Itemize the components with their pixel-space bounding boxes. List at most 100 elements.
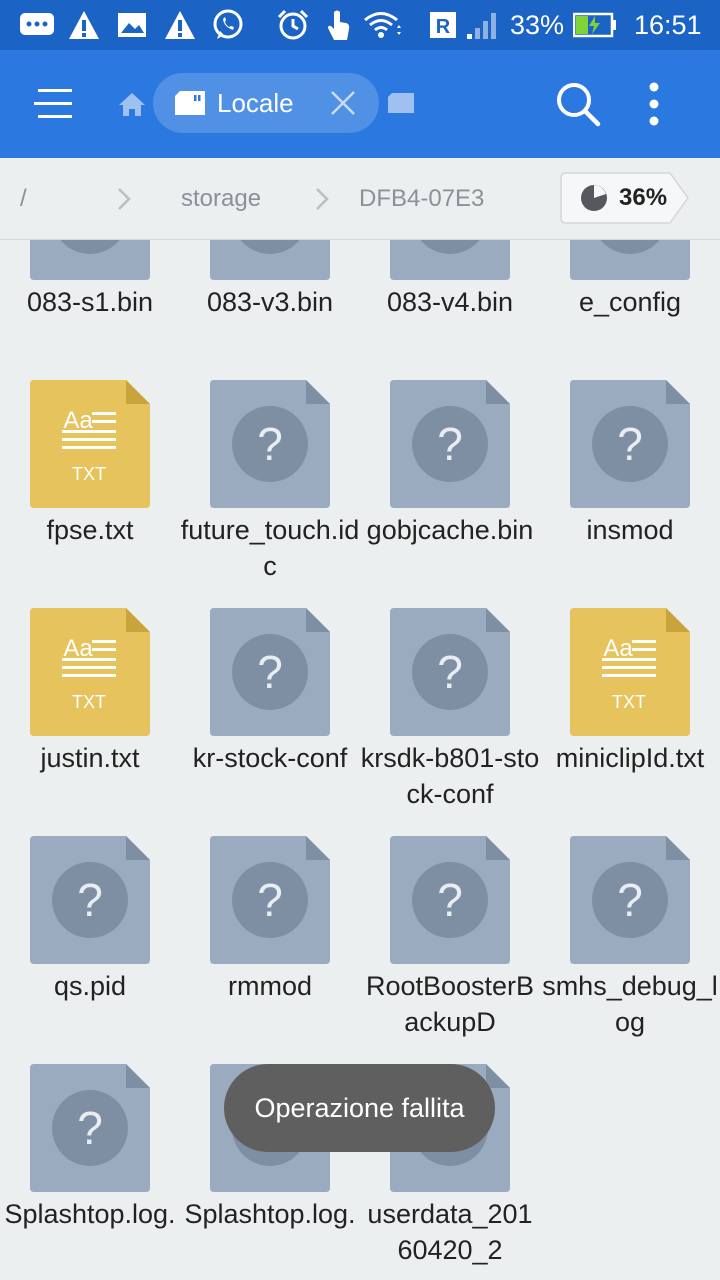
file-item[interactable]: ? gobjcache.bin [360, 380, 540, 608]
file-item[interactable]: ? kr-stock-conf [180, 608, 360, 836]
unknown-file-icon: ? [390, 608, 510, 736]
question-mark: ? [437, 874, 463, 926]
home-icon[interactable] [115, 88, 149, 120]
question-mark: ? [77, 1102, 103, 1154]
txt-file-icon: Aa TXT [30, 380, 150, 508]
file-name: Splashtop.log. [4, 1199, 176, 1229]
file-item[interactable]: ? qs.pid [0, 836, 180, 1064]
file-name: RootBoosterBackupD [365, 971, 535, 1037]
tab-locale[interactable]: Locale [153, 73, 379, 133]
storage-usage-percent: 36% [619, 184, 668, 211]
warning-icon [67, 9, 101, 41]
txt-aa: Aa [63, 407, 93, 434]
storage-icon[interactable] [386, 90, 416, 116]
battery-charging-icon [572, 9, 618, 41]
file-name: smhs_debug_log [542, 971, 718, 1037]
file-item[interactable]: ? future_touch.idc [180, 380, 360, 608]
file-item[interactable]: ? Splashtop.log. [0, 1064, 180, 1280]
file-name: miniclipId.txt [555, 743, 705, 773]
breadcrumb-root[interactable]: / [20, 184, 27, 214]
file-item[interactable]: ? 083-s1.bin [0, 240, 180, 380]
unknown-file-icon: ? [210, 608, 330, 736]
unknown-file-icon: ? [390, 380, 510, 508]
file-item[interactable]: ? smhs_debug_log [540, 836, 720, 1064]
file-item[interactable]: Aa TXT fpse.txt [0, 380, 180, 608]
unknown-file-icon: ? [390, 240, 510, 280]
question-mark: ? [617, 874, 643, 926]
file-item[interactable]: Aa TXT miniclipId.txt [540, 608, 720, 836]
file-name: rmmod [227, 971, 312, 1001]
txt-label: TXT [72, 464, 106, 484]
question-mark: ? [257, 646, 283, 698]
unknown-file-icon: ? [570, 240, 690, 280]
question-mark: ? [617, 240, 643, 242]
battery-percent: 33% [510, 10, 565, 40]
unknown-file-icon: ? [570, 836, 690, 964]
question-mark: ? [617, 418, 643, 470]
warning-icon [163, 9, 197, 41]
file-name: 083-v4.bin [386, 287, 514, 317]
breadcrumb: / storage DFB4-07E3 36% [0, 158, 720, 240]
file-name: qs.pid [53, 971, 127, 1001]
file-name: Splashtop.log. [184, 1199, 356, 1229]
search-icon[interactable] [552, 78, 604, 130]
question-mark: ? [77, 874, 103, 926]
file-name: gobjcache.bin [366, 515, 534, 545]
txt-aa: Aa [603, 635, 633, 662]
file-item[interactable]: ? krsdk-b801-stock-conf [360, 608, 540, 836]
unknown-file-icon: ? [210, 836, 330, 964]
chevron-right-icon [316, 188, 329, 210]
file-name: 083-s1.bin [26, 287, 154, 317]
file-name: kr-stock-conf [192, 743, 348, 773]
unknown-file-icon: ? [30, 836, 150, 964]
file-item[interactable]: ? 083-v3.bin [180, 240, 360, 380]
unknown-file-icon: ? [390, 836, 510, 964]
wifi-icon [363, 9, 403, 41]
file-name: future_touch.idc [180, 515, 360, 581]
toolbar: Locale [0, 50, 720, 158]
clock: 16:51 [634, 10, 702, 40]
menu-icon[interactable] [26, 80, 82, 128]
roaming-r-icon: R [428, 9, 458, 41]
txt-file-icon: Aa TXT [570, 608, 690, 736]
file-name: insmod [586, 515, 674, 545]
touch-icon [323, 9, 353, 41]
more-vert-icon[interactable] [638, 78, 670, 130]
tab-label: Locale [217, 88, 294, 118]
question-mark: ? [257, 874, 283, 926]
file-item[interactable]: ? e_config [540, 240, 720, 380]
unknown-file-icon: ? [30, 1064, 150, 1192]
toast-message: Operazione fallita [224, 1064, 495, 1152]
file-item[interactable]: Aa TXT justin.txt [0, 608, 180, 836]
file-name: justin.txt [40, 743, 140, 773]
storage-usage-button[interactable]: 36% [560, 172, 690, 224]
file-item[interactable]: ? rmmod [180, 836, 360, 1064]
unknown-file-icon: ? [210, 380, 330, 508]
file-item[interactable]: ? RootBoosterBackupD [360, 836, 540, 1064]
sd-card-icon [173, 87, 207, 119]
file-name: 083-v3.bin [206, 287, 334, 317]
pie-chart-icon [581, 185, 607, 211]
chevron-right-icon [118, 188, 131, 210]
question-mark: ? [437, 646, 463, 698]
file-item[interactable]: ? insmod [540, 380, 720, 608]
unknown-file-icon: ? [570, 380, 690, 508]
file-item[interactable]: ? 083-v4.bin [360, 240, 540, 380]
file-name: e_config [578, 287, 682, 317]
unknown-file-icon: ? [30, 240, 150, 280]
close-icon[interactable] [329, 89, 357, 117]
svg-text:R: R [436, 16, 451, 38]
question-mark: ? [437, 240, 463, 242]
txt-aa: Aa [63, 635, 93, 662]
question-mark: ? [257, 418, 283, 470]
breadcrumb-volume[interactable]: DFB4-07E3 [359, 184, 484, 214]
txt-label: TXT [612, 692, 646, 712]
txt-file-icon: Aa TXT [30, 608, 150, 736]
file-name: userdata_20160420_2 [367, 1199, 533, 1265]
whatsapp-icon [211, 9, 245, 41]
gallery-icon [116, 9, 148, 41]
breadcrumb-storage[interactable]: storage [181, 184, 261, 214]
messages-icon [18, 9, 56, 41]
txt-label: TXT [72, 692, 106, 712]
signal-icon [464, 9, 500, 41]
